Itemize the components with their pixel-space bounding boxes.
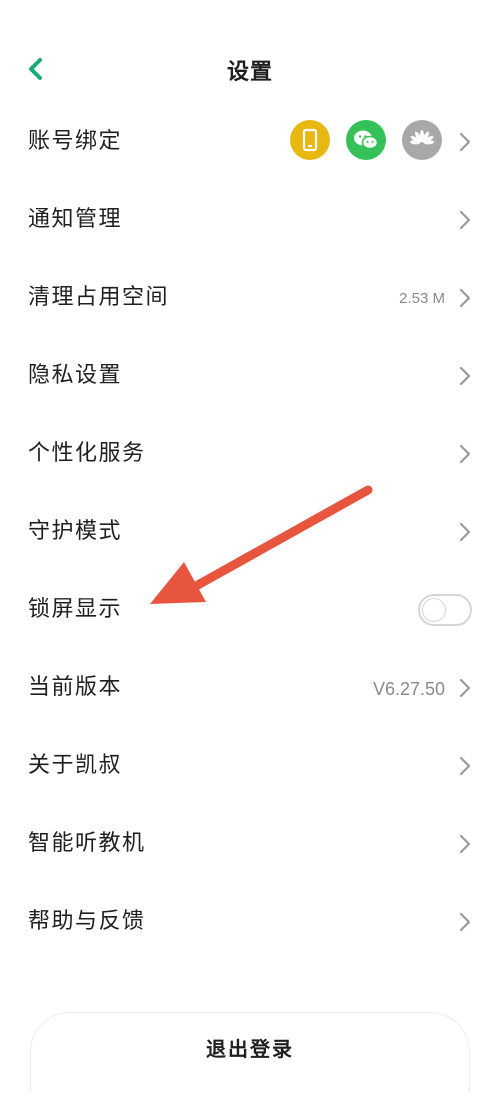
chevron-right-icon — [459, 678, 471, 698]
lock-screen-toggle[interactable] — [418, 594, 472, 626]
chevron-right-icon — [459, 288, 471, 308]
row-current-version[interactable]: 当前版本 V6.27.50 — [0, 658, 500, 718]
row-notification-management[interactable]: 通知管理 — [0, 190, 500, 250]
chevron-right-icon — [459, 756, 471, 776]
row-lock-screen-display: 锁屏显示 — [0, 580, 500, 640]
chevron-right-icon — [459, 366, 471, 386]
huawei-icon — [410, 130, 434, 145]
row-label: 当前版本 — [28, 675, 123, 700]
chevron-right-icon — [459, 834, 471, 854]
header: 设置 — [0, 40, 500, 100]
wechat-icon — [354, 130, 379, 150]
row-privacy-settings[interactable]: 隐私设置 — [0, 346, 500, 406]
row-about[interactable]: 关于凯叔 — [0, 736, 500, 796]
row-personalized-service[interactable]: 个性化服务 — [0, 424, 500, 484]
row-help-feedback[interactable]: 帮助与反馈 — [0, 892, 500, 952]
row-clear-storage[interactable]: 清理占用空间 2.53 M — [0, 268, 500, 328]
row-account-binding[interactable]: 账号绑定 — [0, 112, 500, 172]
logout-label: 退出登录 — [206, 1037, 294, 1061]
chevron-right-icon — [459, 522, 471, 542]
row-label: 关于凯叔 — [28, 753, 123, 778]
chevron-right-icon — [459, 444, 471, 464]
chevron-right-icon — [459, 210, 471, 230]
chevron-right-icon — [459, 132, 471, 152]
row-label: 清理占用空间 — [28, 285, 170, 310]
row-label: 通知管理 — [28, 207, 123, 232]
phone-icon — [302, 128, 318, 152]
phone-badge[interactable] — [290, 120, 330, 160]
page-title: 设置 — [226, 59, 273, 85]
row-label: 账号绑定 — [28, 129, 123, 154]
row-smart-device[interactable]: 智能听教机 — [0, 814, 500, 874]
row-label: 个性化服务 — [28, 441, 146, 466]
row-label: 隐私设置 — [28, 363, 123, 388]
settings-page: 设置 账号绑定 通知管理 清理占用空间 2.53 M 隐私设置 个性化服务 守护… — [0, 0, 500, 1111]
row-label: 智能听教机 — [28, 831, 146, 856]
huawei-badge[interactable] — [402, 120, 442, 160]
row-label: 帮助与反馈 — [28, 909, 146, 934]
logout-button[interactable]: 退出登录 — [30, 1012, 470, 1092]
row-label: 锁屏显示 — [28, 597, 123, 622]
chevron-right-icon — [459, 912, 471, 932]
row-guardian-mode[interactable]: 守护模式 — [0, 502, 500, 562]
wechat-badge[interactable] — [346, 120, 386, 160]
version-value: V6.27.50 — [372, 679, 445, 699]
toggle-knob — [422, 598, 446, 622]
row-label: 守护模式 — [28, 519, 123, 544]
storage-size-value: 2.53 M — [399, 290, 445, 307]
